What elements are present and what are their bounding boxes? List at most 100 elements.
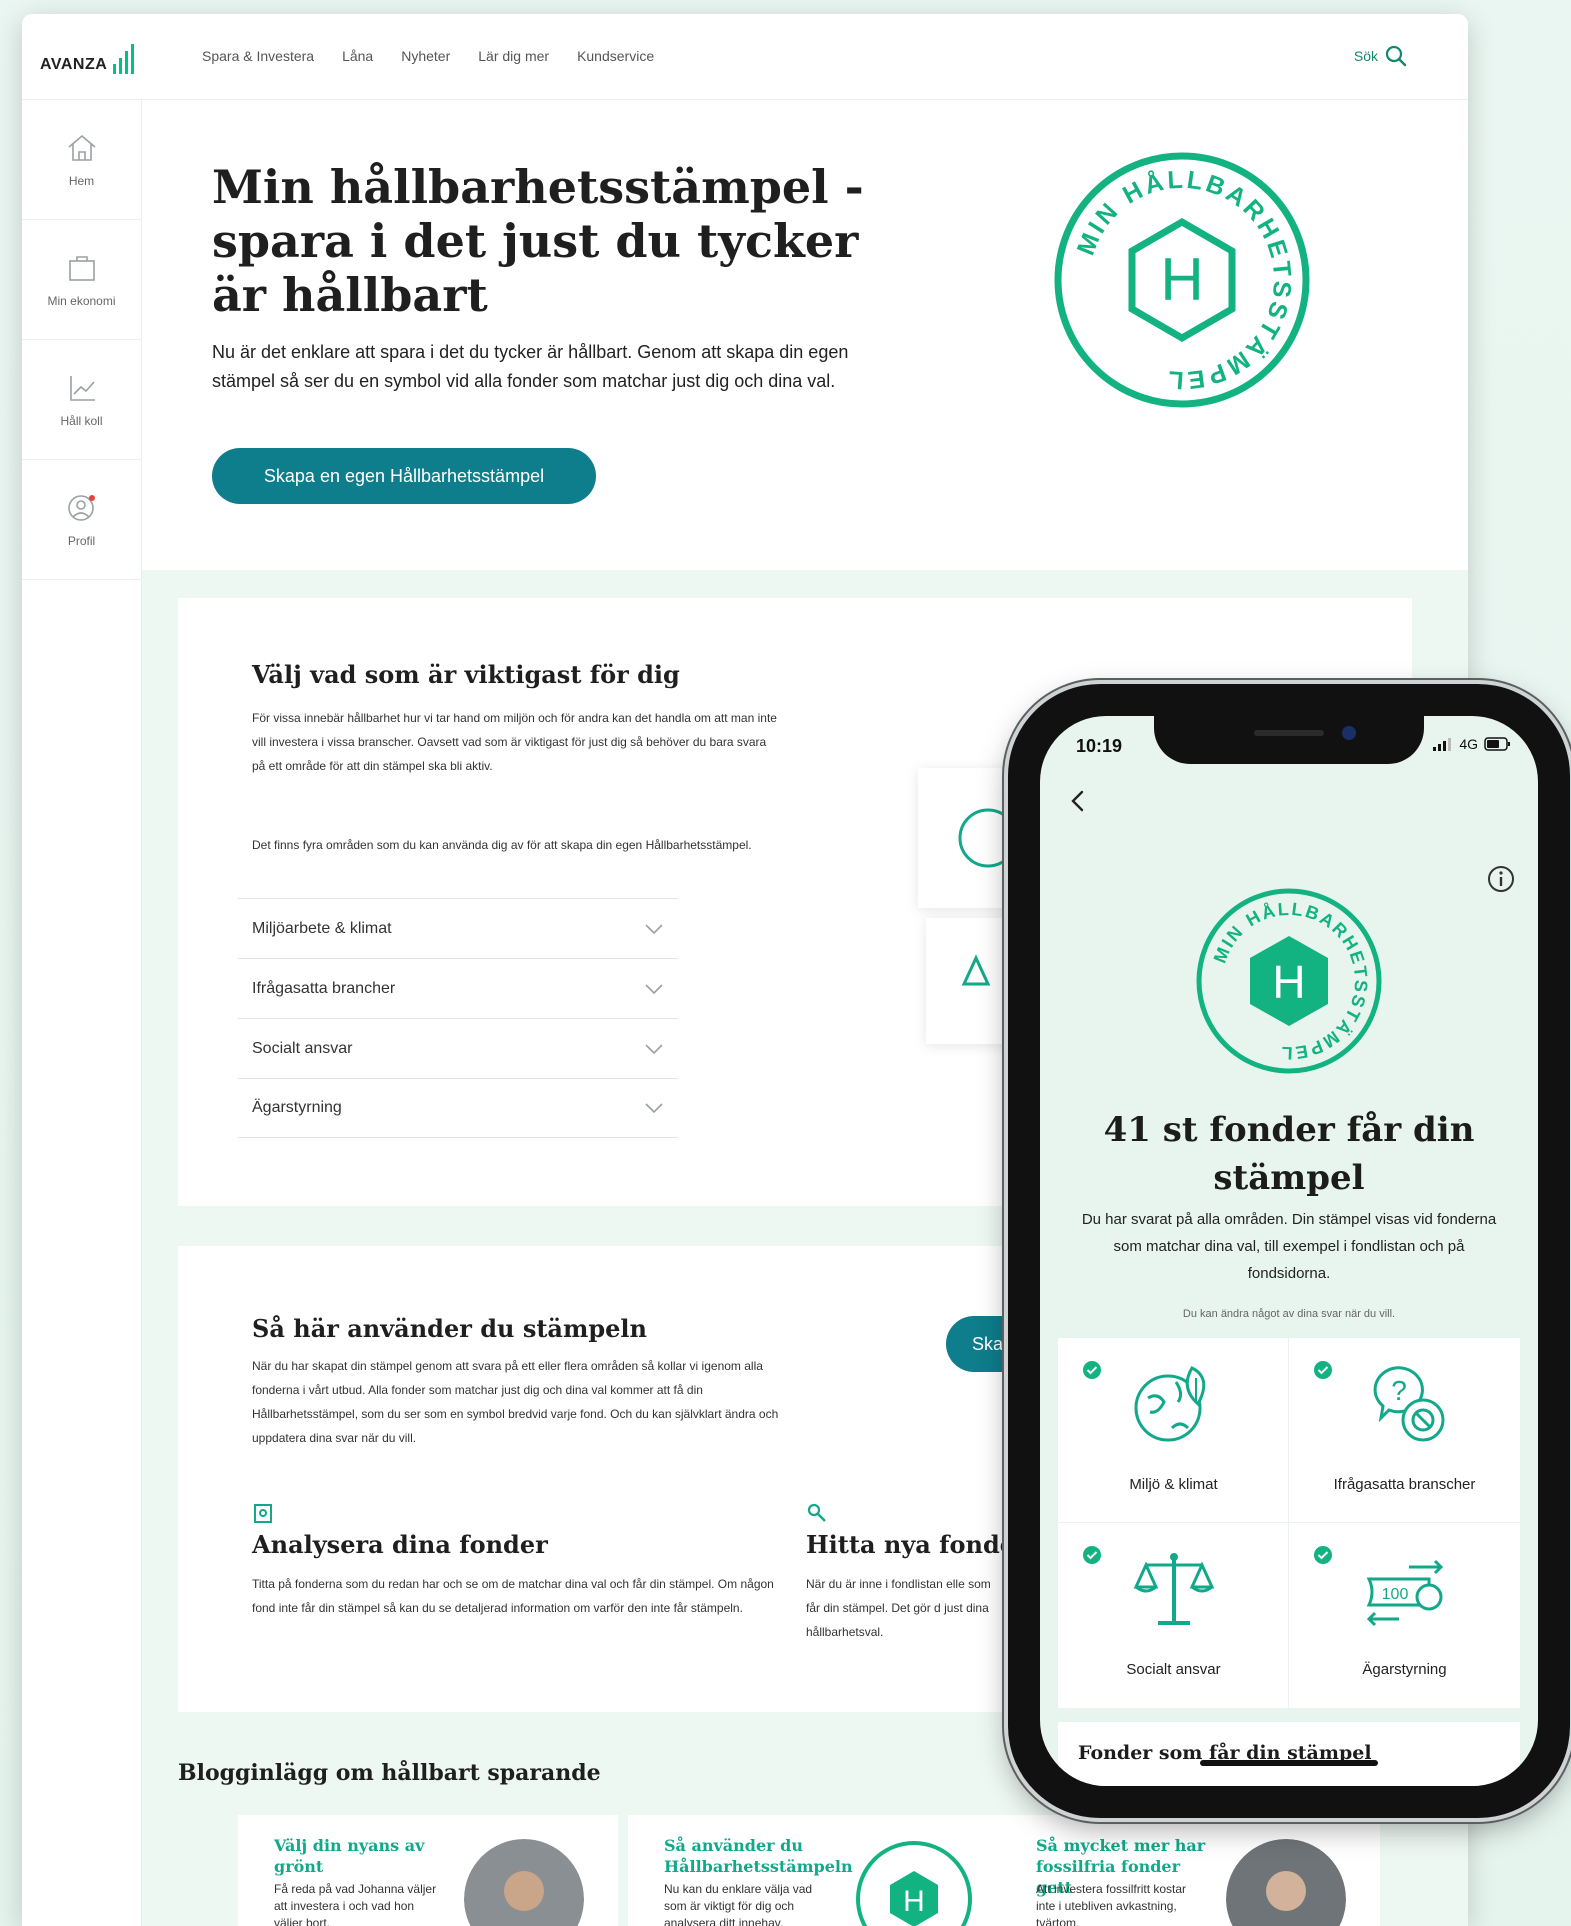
category-ifragasatta-branscher[interactable]: ? Ifrågasatta branscher [1289, 1338, 1520, 1523]
page-title: Min hållbarhetsstämpel - spara i det jus… [212, 160, 864, 322]
blog-card-text: Att investera fossilfritt kostar inte i … [1036, 1882, 1187, 1926]
phone-title: 41 st fonder får din stämpel [1103, 1110, 1475, 1198]
stamp-thumbnail: H [856, 1841, 972, 1926]
nav-link-lana[interactable]: Låna [342, 48, 373, 64]
nav-link-nyheter[interactable]: Nyheter [401, 48, 450, 64]
choose-areas-description: Det finns fyra områden som du kan använd… [252, 838, 752, 852]
blog-card[interactable]: Så mycket mer har fossilfria fonder gett… [1000, 1815, 1380, 1926]
search-label: Sök [1353, 48, 1378, 64]
check-icon [1083, 1361, 1101, 1379]
sidebar-item-label: Hem [68, 173, 95, 188]
scales-icon [1133, 1553, 1215, 1625]
blog-photo [464, 1839, 584, 1926]
sidebar-item-min-ekonomi[interactable]: Min ekonomi [22, 220, 141, 340]
logo-bars-icon [113, 44, 135, 74]
accordion-label: Ägarstyrning [252, 1099, 342, 1116]
accordion-item-socialt[interactable]: Socialt ansvar [238, 1018, 678, 1078]
usage-title: Så här använder du stämpeln [252, 1314, 647, 1343]
stamp-letter: H [1272, 956, 1305, 1008]
sidebar-item-hem[interactable]: Hem [22, 100, 141, 220]
choose-title: Välj vad som är viktigast för dig [252, 660, 680, 689]
accordion-item-agarstyrning[interactable]: Ägarstyrning [238, 1078, 678, 1138]
accordion-label: Ifrågasatta brancher [252, 979, 396, 997]
sidebar-item-hall-koll[interactable]: Håll koll [22, 340, 141, 460]
magnifier-icon [807, 1503, 826, 1522]
blog-heading: Blogginlägg om hållbart sparande [178, 1760, 601, 1786]
phone-mockup: 10:19 4G MIN HÅLLBARHETSSTÄMPEL H 41 st … [1008, 684, 1570, 1818]
nav-link-spara[interactable]: Spara & Investera [202, 48, 314, 64]
hero-section: Min hållbarhetsstämpel - spara i det jus… [142, 100, 1468, 570]
battery-icon [1484, 737, 1510, 751]
hero-description: Nu är det enklare att spara i det du tyc… [212, 342, 849, 391]
network-label: 4G [1459, 736, 1478, 752]
blog-card[interactable]: Så använder du Hållbarhetsstämpeln Nu ka… [628, 1815, 1008, 1926]
check-icon [1314, 1546, 1332, 1564]
stamp-letter: H [903, 1885, 925, 1918]
sidebar-item-label: Min ekonomi [47, 293, 116, 308]
phone-screen: 10:19 4G MIN HÅLLBARHETSSTÄMPEL H 41 st … [1040, 716, 1538, 1786]
sidebar-item-profil[interactable]: Profil [22, 460, 141, 580]
category-label: Miljö & klimat [1129, 1476, 1218, 1493]
banknote-value: 100 [1382, 1586, 1409, 1603]
nav-link-lar-dig-mer[interactable]: Lär dig mer [478, 48, 549, 64]
create-stamp-button[interactable]: Skapa en egen Hållbarhetsstämpel [212, 448, 596, 504]
category-grid: Miljö & klimat ? Ifrågasatta branscher S… [1058, 1338, 1520, 1708]
check-icon [1314, 1361, 1332, 1379]
feature-text-find: När du är inne i fondlistan elle som får… [806, 1577, 991, 1639]
accordion-item-miljoarbete[interactable]: Miljöarbete & klimat [238, 898, 678, 958]
speaker-grille [1254, 730, 1324, 736]
home-icon [67, 134, 96, 161]
accordion-label: Socialt ansvar [252, 1039, 353, 1057]
blog-card-text: Nu kan du enklare välja vad som är vikti… [664, 1882, 813, 1926]
blog-card-text: Få reda på vad Johanna väljer att invest… [274, 1882, 437, 1926]
feature-title-find: Hitta nya fonder [806, 1530, 1028, 1559]
chevron-down-icon [645, 1043, 663, 1054]
category-label: Socialt ansvar [1126, 1661, 1221, 1678]
category-label: Ägarstyrning [1362, 1661, 1447, 1678]
signal-icon [1433, 738, 1452, 751]
category-socialt-ansvar[interactable]: Socialt ansvar [1058, 1523, 1289, 1708]
avanza-logo[interactable]: AVANZA [40, 44, 135, 74]
status-time: 10:19 [1076, 736, 1123, 756]
nav-link-kundservice[interactable]: Kundservice [577, 48, 654, 64]
sidebar-item-label: Profil [67, 533, 96, 548]
blog-card[interactable]: Välj din nyans av grönt Få reda på vad J… [238, 1815, 618, 1926]
sustainability-stamp-logo: MIN HÅLLBARHETSSTÄMPEL H [1054, 152, 1310, 408]
category-agarstyrning[interactable]: 100 Ägarstyrning [1289, 1523, 1520, 1708]
money-arrows-icon: 100 [1366, 1559, 1444, 1627]
status-indicators: 4G [1433, 736, 1512, 752]
info-icon[interactable] [1486, 864, 1516, 894]
home-indicator[interactable] [1200, 1760, 1378, 1766]
search-icon [1385, 45, 1407, 67]
check-icon [1083, 1546, 1101, 1564]
phone-hint: Du kan ändra något av dina svar när du v… [1182, 1308, 1396, 1320]
sidebar-item-label: Håll koll [60, 413, 103, 428]
front-camera [1342, 726, 1356, 740]
feature-title-analyze: Analysera dina fonder [252, 1530, 548, 1559]
back-arrow-icon[interactable] [1068, 786, 1088, 816]
blog-card-title: Välj din nyans av grönt [274, 1836, 425, 1876]
sidebar: Hem Min ekonomi Håll koll Profil [22, 100, 142, 1926]
accordion-item-ifragasatta[interactable]: Ifrågasatta brancher [238, 958, 678, 1018]
nav-links: Spara & Investera Låna Nyheter Lär dig m… [202, 48, 654, 64]
category-miljo-klimat[interactable]: Miljö & klimat [1058, 1338, 1289, 1523]
chevron-down-icon [645, 1103, 663, 1114]
svg-text:?: ? [1391, 1375, 1407, 1406]
sustainability-stamp-logo: MIN HÅLLBARHETSSTÄMPEL H [1196, 888, 1382, 1074]
search-button[interactable]: Sök [1354, 44, 1408, 68]
blog-photo [1226, 1839, 1346, 1926]
top-navigation: AVANZA Spara & Investera Låna Nyheter Lä… [22, 14, 1468, 100]
logo-text: AVANZA [40, 56, 108, 73]
analyze-icon [254, 1504, 272, 1523]
funds-section-header[interactable]: Fonder som får din stämpel [1058, 1722, 1520, 1786]
phone-description: Du har svarat på alla områden. Din stämp… [1081, 1211, 1497, 1282]
choose-description: För vissa innebär hållbarhet hur vi tar … [252, 711, 777, 773]
blog-card-title: Så använder du Hållbarhetsstämpeln [664, 1836, 853, 1876]
question-block-icon: ? [1373, 1366, 1445, 1442]
usage-description: När du har skapat din stämpel genom att … [252, 1359, 779, 1445]
chevron-down-icon [645, 923, 663, 934]
profile-icon [67, 494, 95, 521]
stamp-letter: H [1160, 246, 1203, 313]
briefcase-icon [68, 255, 95, 281]
feature-text-analyze: Titta på fonderna som du redan har och s… [252, 1577, 774, 1615]
